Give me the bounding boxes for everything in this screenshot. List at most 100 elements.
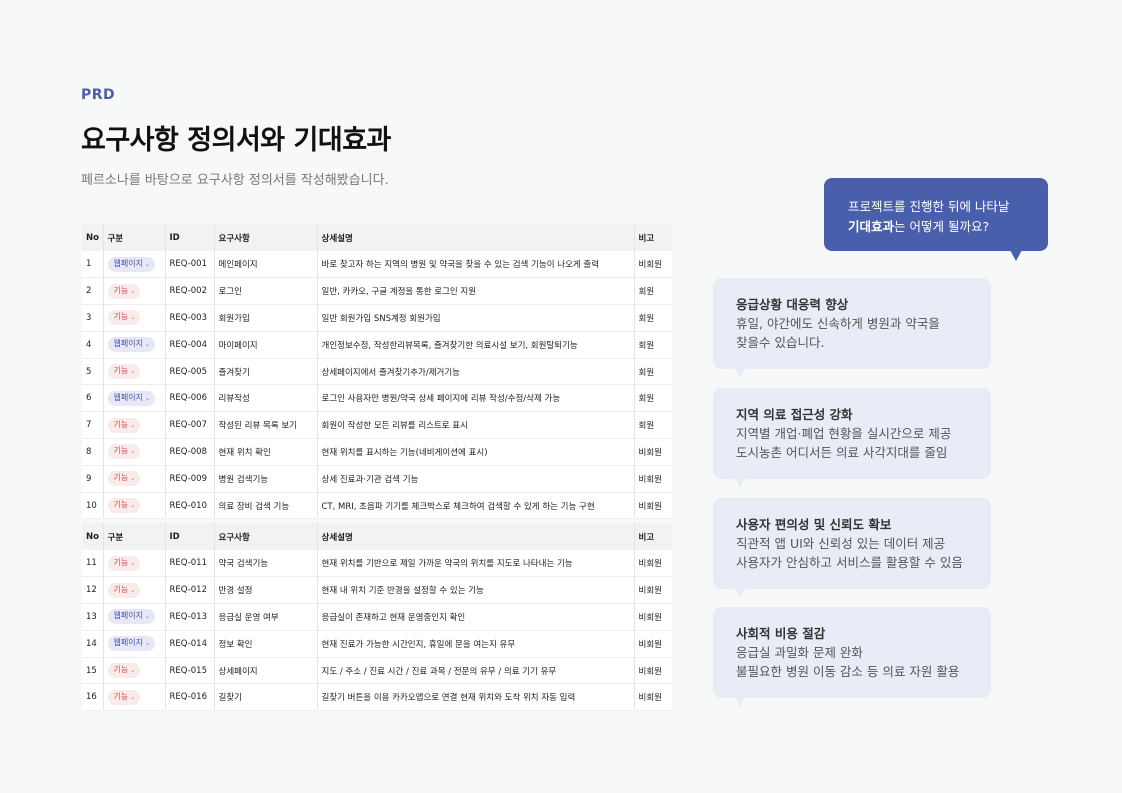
header-col-requirement: 요구사항 [214, 224, 318, 251]
header-col-no: No [82, 224, 104, 251]
expected-effects-question-bubble: 프로젝트를 진행한 뒤에 나타날 기대효과는 어떻게 될까요? [824, 178, 1048, 261]
col-type: 기능 ⌄ [103, 576, 166, 605]
col-id: REQ-005 [165, 358, 215, 386]
category-tag-dropdown[interactable]: 기능 ⌄ [107, 471, 141, 487]
header-col-requirement: 요구사항 [214, 523, 318, 550]
header-col-note: 비고 [634, 523, 672, 550]
header-col-description: 상세설명 [317, 523, 635, 550]
col-note: 회원 [634, 384, 672, 413]
category-tag-label: 기능 [113, 312, 129, 322]
col-id: REQ-013 [165, 603, 215, 631]
col-type: 기능 ⌄ [103, 683, 166, 712]
col-description: 현재 진료가 가능한 시간인지, 휴일에 문을 여는지 유무 [317, 630, 635, 658]
category-tag-label: 기능 [113, 500, 129, 510]
col-requirement: 로그인 [214, 277, 318, 306]
col-no: 10 [82, 492, 104, 520]
category-tag-dropdown[interactable]: 기능 ⌄ [107, 689, 141, 705]
category-tag-label: 웹페이지 [113, 392, 143, 402]
category-tag-dropdown[interactable]: 기능 ⌄ [107, 444, 141, 460]
col-description: 로그인 사용자만 병원/약국 상세 페이지에 리뷰 작성/수정/삭제 가능 [317, 384, 635, 413]
table-row: 4 웹페이지 ⌄ REQ-004 마이페이지 개인정보수정, 작성한리뷰목록, 즐겨찾기한… [82, 331, 672, 359]
col-note: 회원 [634, 411, 672, 440]
category-tag-dropdown[interactable]: 기능 ⌄ [107, 283, 141, 299]
requirements-table-1: No 구분 ID 요구사항 상세설명 비고 1 웹페이지 ⌄ REQ-001 메인페이지 바로 찾고자… [82, 224, 672, 520]
table-row: 1 웹페이지 ⌄ REQ-001 메인페이지 바로 찾고자 하는 지역의 병원 및 약국을… [82, 251, 672, 279]
col-type: 기능 ⌄ [103, 465, 166, 493]
category-tag-dropdown[interactable]: 웹페이지 ⌄ [107, 609, 155, 625]
category-tag-dropdown[interactable]: 기능 ⌄ [107, 310, 141, 326]
col-id: REQ-002 [165, 277, 215, 306]
col-description: CT, MRI, 초음파 기기를 체크박스로 체크하여 검색할 수 있게 하는 … [317, 492, 635, 520]
header-col-type: 구분 [103, 224, 166, 251]
col-note: 비회원 [634, 438, 672, 466]
table-row: 14 웹페이지 ⌄ REQ-014 정보 확인 현재 진료가 가능한 시간인지, 휴일에 … [82, 630, 672, 658]
col-type: 웹페이지 ⌄ [103, 603, 166, 631]
col-note: 비회원 [634, 657, 672, 685]
category-tag-dropdown[interactable]: 웹페이지 ⌄ [107, 256, 155, 272]
col-note: 회원 [634, 358, 672, 386]
col-id: REQ-009 [165, 465, 215, 493]
category-tag-label: 웹페이지 [113, 611, 143, 621]
category-tag-dropdown[interactable]: 기능 ⌄ [107, 663, 141, 679]
table-row: 5 기능 ⌄ REQ-005 즐겨찾기 상세페이지에서 즐겨찾기추가/제거기능 회원 [82, 358, 672, 386]
question-bold: 기대효과 [848, 219, 895, 234]
col-description: 상세 진료과·기관 검색 기능 [317, 465, 635, 493]
category-tag-label: 기능 [113, 665, 129, 675]
chevron-down-icon: ⌄ [130, 559, 136, 567]
category-tag-dropdown[interactable]: 웹페이지 ⌄ [107, 636, 155, 652]
requirements-table: No 구분 ID 요구사항 상세설명 비고 11 기능 ⌄ REQ-011 약국 검색기능 현재 위치… [82, 523, 672, 712]
col-note: 회원 [634, 304, 672, 332]
chevron-down-icon: ⌄ [144, 341, 150, 349]
col-requirement: 메인페이지 [214, 251, 318, 279]
col-requirement: 작성된 리뷰 목록 보기 [214, 411, 318, 440]
table-row: 9 기능 ⌄ REQ-009 병원 검색기능 상세 진료과·기관 검색 기능 비회원 [82, 465, 672, 493]
category-tag-dropdown[interactable]: 웹페이지 ⌄ [107, 337, 155, 353]
header-col-id: ID [165, 523, 215, 550]
category-tag-label: 기능 [113, 285, 129, 295]
col-no: 11 [82, 550, 104, 578]
col-note: 비회원 [634, 251, 672, 279]
col-type: 웹페이지 ⌄ [103, 630, 166, 658]
effect-card-line: 휴일, 야간에도 신속하게 병원과 약국을 [736, 316, 940, 331]
col-type: 기능 ⌄ [103, 277, 166, 306]
col-no: 7 [82, 411, 104, 440]
chevron-down-icon: ⌄ [130, 448, 136, 456]
category-tag-dropdown[interactable]: 기능 ⌄ [107, 417, 141, 433]
table-row: 15 기능 ⌄ REQ-015 상세페이지 지도 / 주소 / 진료 시간 / 진료 과목… [82, 657, 672, 685]
chevron-down-icon: ⌄ [144, 640, 150, 648]
effect-card-access: 지역 의료 접근성 강화 지역별 개업·폐업 현황을 실시간으로 제공 도시농촌… [713, 388, 991, 488]
prd-eyebrow: PRD [81, 87, 116, 103]
col-requirement: 정보 확인 [214, 630, 318, 658]
col-requirement: 즐겨찾기 [214, 358, 318, 386]
table-row: 8 기능 ⌄ REQ-008 현재 위치 확인 현재 위치를 표시하는 기능(네비게이션에… [82, 438, 672, 466]
col-no: 9 [82, 465, 104, 493]
col-note: 회원 [634, 277, 672, 306]
category-tag-dropdown[interactable]: 기능 ⌄ [107, 364, 141, 380]
page-title: 요구사항 정의서와 기대효과 [81, 125, 391, 156]
col-id: REQ-016 [165, 683, 215, 712]
col-type: 웹페이지 ⌄ [103, 331, 166, 359]
col-id: REQ-003 [165, 304, 215, 332]
category-tag-dropdown[interactable]: 웹페이지 ⌄ [107, 390, 155, 406]
col-description: 현재 위치를 표시하는 기능(네비게이션에 표시) [317, 438, 635, 466]
col-no: 3 [82, 304, 104, 332]
col-no: 2 [82, 277, 104, 306]
effect-card-cost: 사회적 비용 절감 응급실 과밀화 문제 완화 불필요한 병원 이동 감소 등 … [713, 607, 991, 707]
col-no: 16 [82, 683, 104, 712]
col-type: 기능 ⌄ [103, 358, 166, 386]
category-tag-label: 기능 [113, 366, 129, 376]
col-description: 회원이 작성한 모든 리뷰를 리스트로 표시 [317, 411, 635, 440]
col-no: 14 [82, 630, 104, 658]
category-tag-dropdown[interactable]: 기능 ⌄ [107, 582, 141, 598]
category-tag-dropdown[interactable]: 기능 ⌄ [107, 555, 141, 571]
col-note: 비회원 [634, 630, 672, 658]
col-note: 비회원 [634, 683, 672, 712]
category-tag-label: 기능 [113, 419, 129, 429]
header-col-id: ID [165, 224, 215, 251]
category-tag-dropdown[interactable]: 기능 ⌄ [107, 498, 141, 514]
col-note: 비회원 [634, 603, 672, 631]
col-no: 6 [82, 384, 104, 413]
question-rest: 는 어떻게 될까요? [894, 219, 990, 234]
col-requirement: 리뷰작성 [214, 384, 318, 413]
col-note: 비회원 [634, 465, 672, 493]
